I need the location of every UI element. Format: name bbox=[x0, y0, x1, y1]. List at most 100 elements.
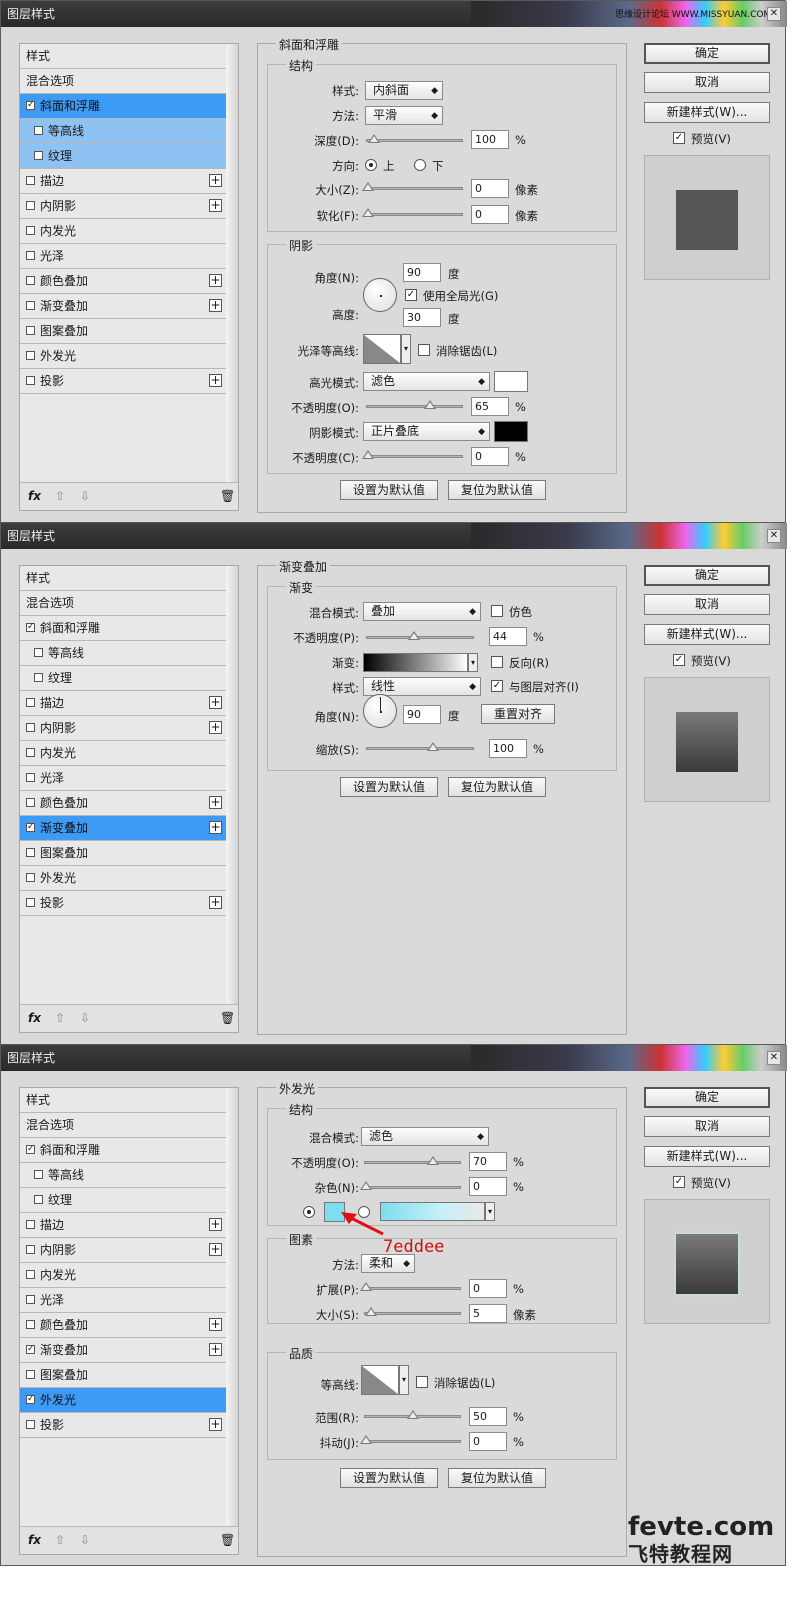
list-item-gradient-overlay[interactable]: ✓ 渐变叠加 + bbox=[20, 1338, 226, 1363]
slider-thumb[interactable] bbox=[362, 182, 374, 191]
list-item-pattern-overlay[interactable]: 图案叠加 bbox=[20, 319, 226, 344]
ok-button[interactable]: 确定 bbox=[644, 565, 770, 586]
shadow-opacity-input[interactable]: 0 bbox=[471, 447, 509, 466]
scrollbar[interactable] bbox=[226, 1088, 238, 1554]
ok-button[interactable]: 确定 bbox=[644, 1087, 770, 1108]
slider-thumb[interactable] bbox=[407, 1410, 419, 1419]
glow-gradient-preview[interactable] bbox=[380, 1202, 485, 1221]
angle-dial[interactable] bbox=[363, 278, 397, 312]
add-icon[interactable]: + bbox=[209, 796, 222, 809]
list-item-outer-glow[interactable]: ✓ 外发光 bbox=[20, 1388, 226, 1413]
make-default-button[interactable]: 设置为默认值 bbox=[340, 480, 438, 500]
gradient-preview[interactable] bbox=[363, 653, 468, 672]
list-item-styles[interactable]: 样式 bbox=[20, 566, 226, 591]
add-icon[interactable]: + bbox=[209, 1318, 222, 1331]
list-item-inner-glow[interactable]: 内发光 bbox=[20, 1263, 226, 1288]
preview-checkbox[interactable]: ✓ bbox=[673, 132, 685, 144]
checkbox[interactable] bbox=[34, 1195, 43, 1204]
list-item-color-overlay[interactable]: 颜色叠加 + bbox=[20, 1313, 226, 1338]
trash-icon[interactable]: 🗑 bbox=[220, 489, 235, 503]
fx-icon[interactable]: fx bbox=[28, 1011, 41, 1025]
checkbox[interactable] bbox=[26, 351, 35, 360]
move-up-icon[interactable]: ⇧ bbox=[55, 1011, 65, 1025]
checkbox[interactable] bbox=[26, 698, 35, 707]
list-item-texture[interactable]: 纹理 bbox=[20, 1188, 226, 1213]
make-default-button[interactable]: 设置为默认值 bbox=[340, 1468, 438, 1488]
checkbox[interactable] bbox=[26, 251, 35, 260]
preview-checkbox[interactable]: ✓ bbox=[673, 654, 685, 666]
method-select[interactable]: 平滑 ◆ bbox=[365, 106, 443, 125]
checkbox[interactable] bbox=[26, 1270, 35, 1279]
list-item-color-overlay[interactable]: 颜色叠加 + bbox=[20, 269, 226, 294]
list-item-pattern-overlay[interactable]: 图案叠加 bbox=[20, 1363, 226, 1388]
new-style-button[interactable]: 新建样式(W)... bbox=[644, 102, 770, 123]
list-item-pattern-overlay[interactable]: 图案叠加 bbox=[20, 841, 226, 866]
noise-input[interactable]: 0 bbox=[469, 1177, 507, 1196]
highlight-mode-select[interactable]: 滤色 ◆ bbox=[363, 372, 490, 391]
checkbox[interactable] bbox=[26, 798, 35, 807]
cancel-button[interactable]: 取消 bbox=[644, 594, 770, 615]
slider-thumb[interactable] bbox=[408, 631, 420, 640]
list-item-drop-shadow[interactable]: 投影 + bbox=[20, 891, 226, 916]
spread-slider[interactable] bbox=[360, 1282, 461, 1291]
checkbox[interactable] bbox=[26, 873, 35, 882]
checkbox[interactable] bbox=[34, 151, 43, 160]
add-icon[interactable]: + bbox=[209, 174, 222, 187]
list-item-inner-shadow[interactable]: 内阴影 + bbox=[20, 716, 226, 741]
checkbox[interactable] bbox=[26, 1295, 35, 1304]
list-item-satin[interactable]: 光泽 bbox=[20, 244, 226, 269]
move-up-icon[interactable]: ⇧ bbox=[55, 489, 65, 503]
checkbox[interactable]: ✓ bbox=[26, 1395, 35, 1404]
slider-thumb[interactable] bbox=[360, 1435, 372, 1444]
list-item-inner-shadow[interactable]: 内阴影 + bbox=[20, 194, 226, 219]
antialias-checkbox[interactable] bbox=[418, 344, 430, 356]
add-icon[interactable]: + bbox=[209, 199, 222, 212]
checkbox[interactable] bbox=[26, 898, 35, 907]
highlight-opacity-slider[interactable] bbox=[366, 400, 463, 409]
contour-picker[interactable] bbox=[361, 1365, 399, 1395]
list-item-gradient-overlay[interactable]: 渐变叠加 + bbox=[20, 294, 226, 319]
ok-button[interactable]: 确定 bbox=[644, 43, 770, 64]
highlight-opacity-input[interactable]: 65 bbox=[471, 397, 509, 416]
jitter-input[interactable]: 0 bbox=[469, 1432, 507, 1451]
checkbox[interactable] bbox=[26, 301, 35, 310]
solid-color-radio[interactable] bbox=[303, 1206, 315, 1218]
add-icon[interactable]: + bbox=[209, 274, 222, 287]
list-item-blending-options[interactable]: 混合选项 bbox=[20, 69, 226, 94]
opacity-input[interactable]: 44 bbox=[489, 627, 527, 646]
chevron-down-icon[interactable]: ▾ bbox=[468, 653, 478, 672]
list-item-satin[interactable]: 光泽 bbox=[20, 766, 226, 791]
opacity-slider[interactable] bbox=[366, 631, 474, 640]
make-default-button[interactable]: 设置为默认值 bbox=[340, 777, 438, 797]
reset-default-button[interactable]: 复位为默认值 bbox=[448, 1468, 546, 1488]
shadow-opacity-slider[interactable] bbox=[362, 450, 463, 459]
list-item-satin[interactable]: 光泽 bbox=[20, 1288, 226, 1313]
direction-up-radio[interactable] bbox=[365, 159, 377, 171]
close-icon[interactable]: ✕ bbox=[767, 7, 781, 21]
checkbox[interactable] bbox=[26, 201, 35, 210]
reset-default-button[interactable]: 复位为默认值 bbox=[448, 777, 546, 797]
list-item-bevel-emboss[interactable]: ✓ 斜面和浮雕 bbox=[20, 1138, 226, 1163]
range-slider[interactable] bbox=[364, 1410, 461, 1419]
dither-checkbox[interactable] bbox=[491, 605, 503, 617]
list-item-outer-glow[interactable]: 外发光 bbox=[20, 866, 226, 891]
close-icon[interactable]: ✕ bbox=[767, 1051, 781, 1065]
slider-thumb[interactable] bbox=[424, 400, 436, 409]
reset-align-button[interactable]: 重置对齐 bbox=[481, 704, 555, 724]
checkbox[interactable]: ✓ bbox=[26, 823, 35, 832]
cancel-button[interactable]: 取消 bbox=[644, 72, 770, 93]
checkbox[interactable]: ✓ bbox=[26, 1345, 35, 1354]
depth-slider[interactable] bbox=[366, 134, 463, 143]
chevron-down-icon[interactable]: ▾ bbox=[485, 1202, 495, 1221]
style-select[interactable]: 内斜面 ◆ bbox=[365, 81, 443, 100]
soften-slider[interactable] bbox=[362, 208, 463, 217]
move-up-icon[interactable]: ⇧ bbox=[55, 1533, 65, 1547]
list-item-contour[interactable]: 等高线 bbox=[20, 1163, 226, 1188]
angle-input[interactable]: 90 bbox=[403, 705, 441, 724]
antialias-checkbox[interactable] bbox=[416, 1376, 428, 1388]
chevron-down-icon[interactable]: ▾ bbox=[401, 334, 411, 364]
list-item-outer-glow[interactable]: 外发光 bbox=[20, 344, 226, 369]
checkbox[interactable] bbox=[26, 376, 35, 385]
range-input[interactable]: 50 bbox=[469, 1407, 507, 1426]
add-icon[interactable]: + bbox=[209, 721, 222, 734]
